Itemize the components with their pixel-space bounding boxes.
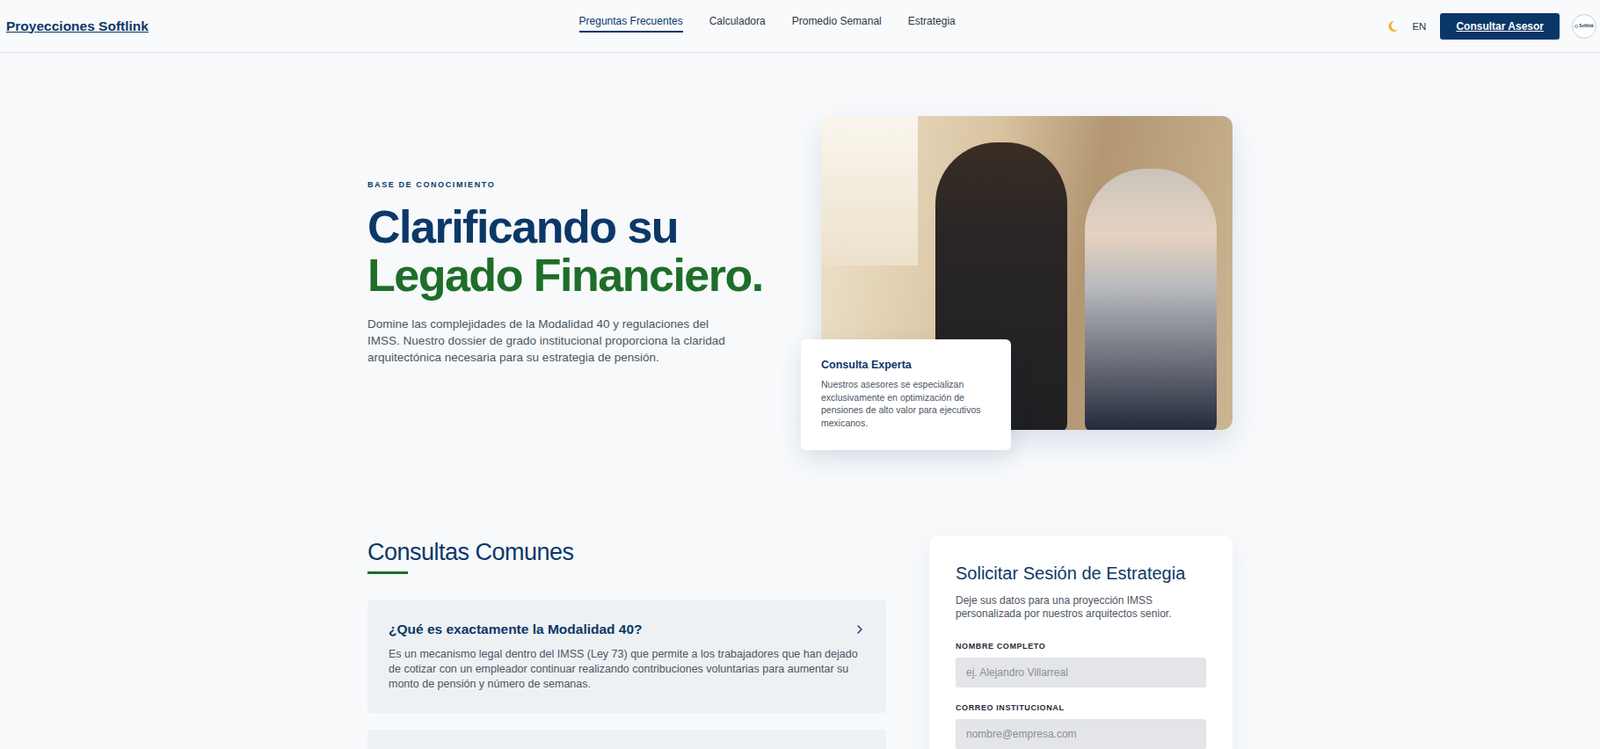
hero-description: Domine las complejidades de la Modalidad… <box>367 315 737 366</box>
nav-actions: EN Consultar Asesor Softlink <box>1385 13 1597 40</box>
hero-title: Clarificando suLegado Financiero. <box>367 203 779 299</box>
content-section: Consultas Comunes ¿Qué es exactamente la … <box>367 535 1233 749</box>
faq-title: Consultas Comunes <box>367 535 887 568</box>
eyebrow: BASE DE CONOCIMIENTO <box>367 180 779 190</box>
nav-link[interactable]: Promedio Semanal <box>792 14 882 33</box>
nav-link[interactable]: Estrategia <box>908 14 956 33</box>
form-description: Deje sus datos para una proyección IMSS … <box>955 594 1207 621</box>
nav-link[interactable]: Preguntas Frecuentes <box>579 14 684 33</box>
hero: BASE DE CONOCIMIENTO Clarificando suLegad… <box>367 52 1233 536</box>
moon-icon <box>1385 19 1400 34</box>
text-input[interactable] <box>955 657 1207 688</box>
title-underline <box>367 571 408 575</box>
nav-link[interactable]: Calculadora <box>709 14 766 33</box>
form-field: CORREO INSTITUCIONAL <box>955 703 1207 749</box>
faq-item[interactable]: ¿Qué es exactamente la Modalidad 40? Es u… <box>367 599 887 713</box>
faq-item[interactable] <box>367 729 887 749</box>
top-nav: Proyecciones Softlink Preguntas Frecuente… <box>0 0 1600 53</box>
language-toggle[interactable]: EN <box>1411 21 1426 32</box>
logo-icon <box>1574 24 1579 29</box>
avatar[interactable]: Softlink <box>1571 14 1597 39</box>
faq-section: Consultas Comunes ¿Qué es exactamente la … <box>367 535 887 749</box>
form-title: Solicitar Sesión de Estrategia <box>955 561 1207 585</box>
theme-toggle[interactable] <box>1385 19 1400 34</box>
hero-text: BASE DE CONOCIMIENTO Clarificando suLegad… <box>367 180 779 365</box>
brand-logo[interactable]: Proyecciones Softlink <box>6 18 149 35</box>
field-label: CORREO INSTITUCIONAL <box>955 703 1207 713</box>
text-input[interactable] <box>955 719 1207 749</box>
chevron-right-icon[interactable] <box>854 624 866 635</box>
consult-button[interactable]: Consultar Asesor <box>1440 13 1560 40</box>
faq-list: ¿Qué es exactamente la Modalidad 40? Es u… <box>367 599 887 749</box>
page: Proyecciones Softlink Preguntas Frecuente… <box>0 0 1600 749</box>
expert-card: Consulta ExpertaNuestros asesores se esp… <box>800 339 1011 451</box>
faq-question[interactable]: ¿Qué es exactamente la Modalidad 40? <box>388 620 643 639</box>
nav-menu: Preguntas Frecuentes Calculadora Promedio … <box>579 14 956 33</box>
hero-media: Consulta ExpertaNuestros asesores se esp… <box>821 116 1233 430</box>
field-label: NOMBRE COMPLETO <box>955 641 1207 652</box>
faq-answer: Es un mecanismo legal dentro del IMSS (L… <box>388 647 866 692</box>
form-field: NOMBRE COMPLETO <box>955 641 1207 688</box>
strategy-form: Solicitar Sesión de Estrategia Deje sus d… <box>929 535 1233 749</box>
